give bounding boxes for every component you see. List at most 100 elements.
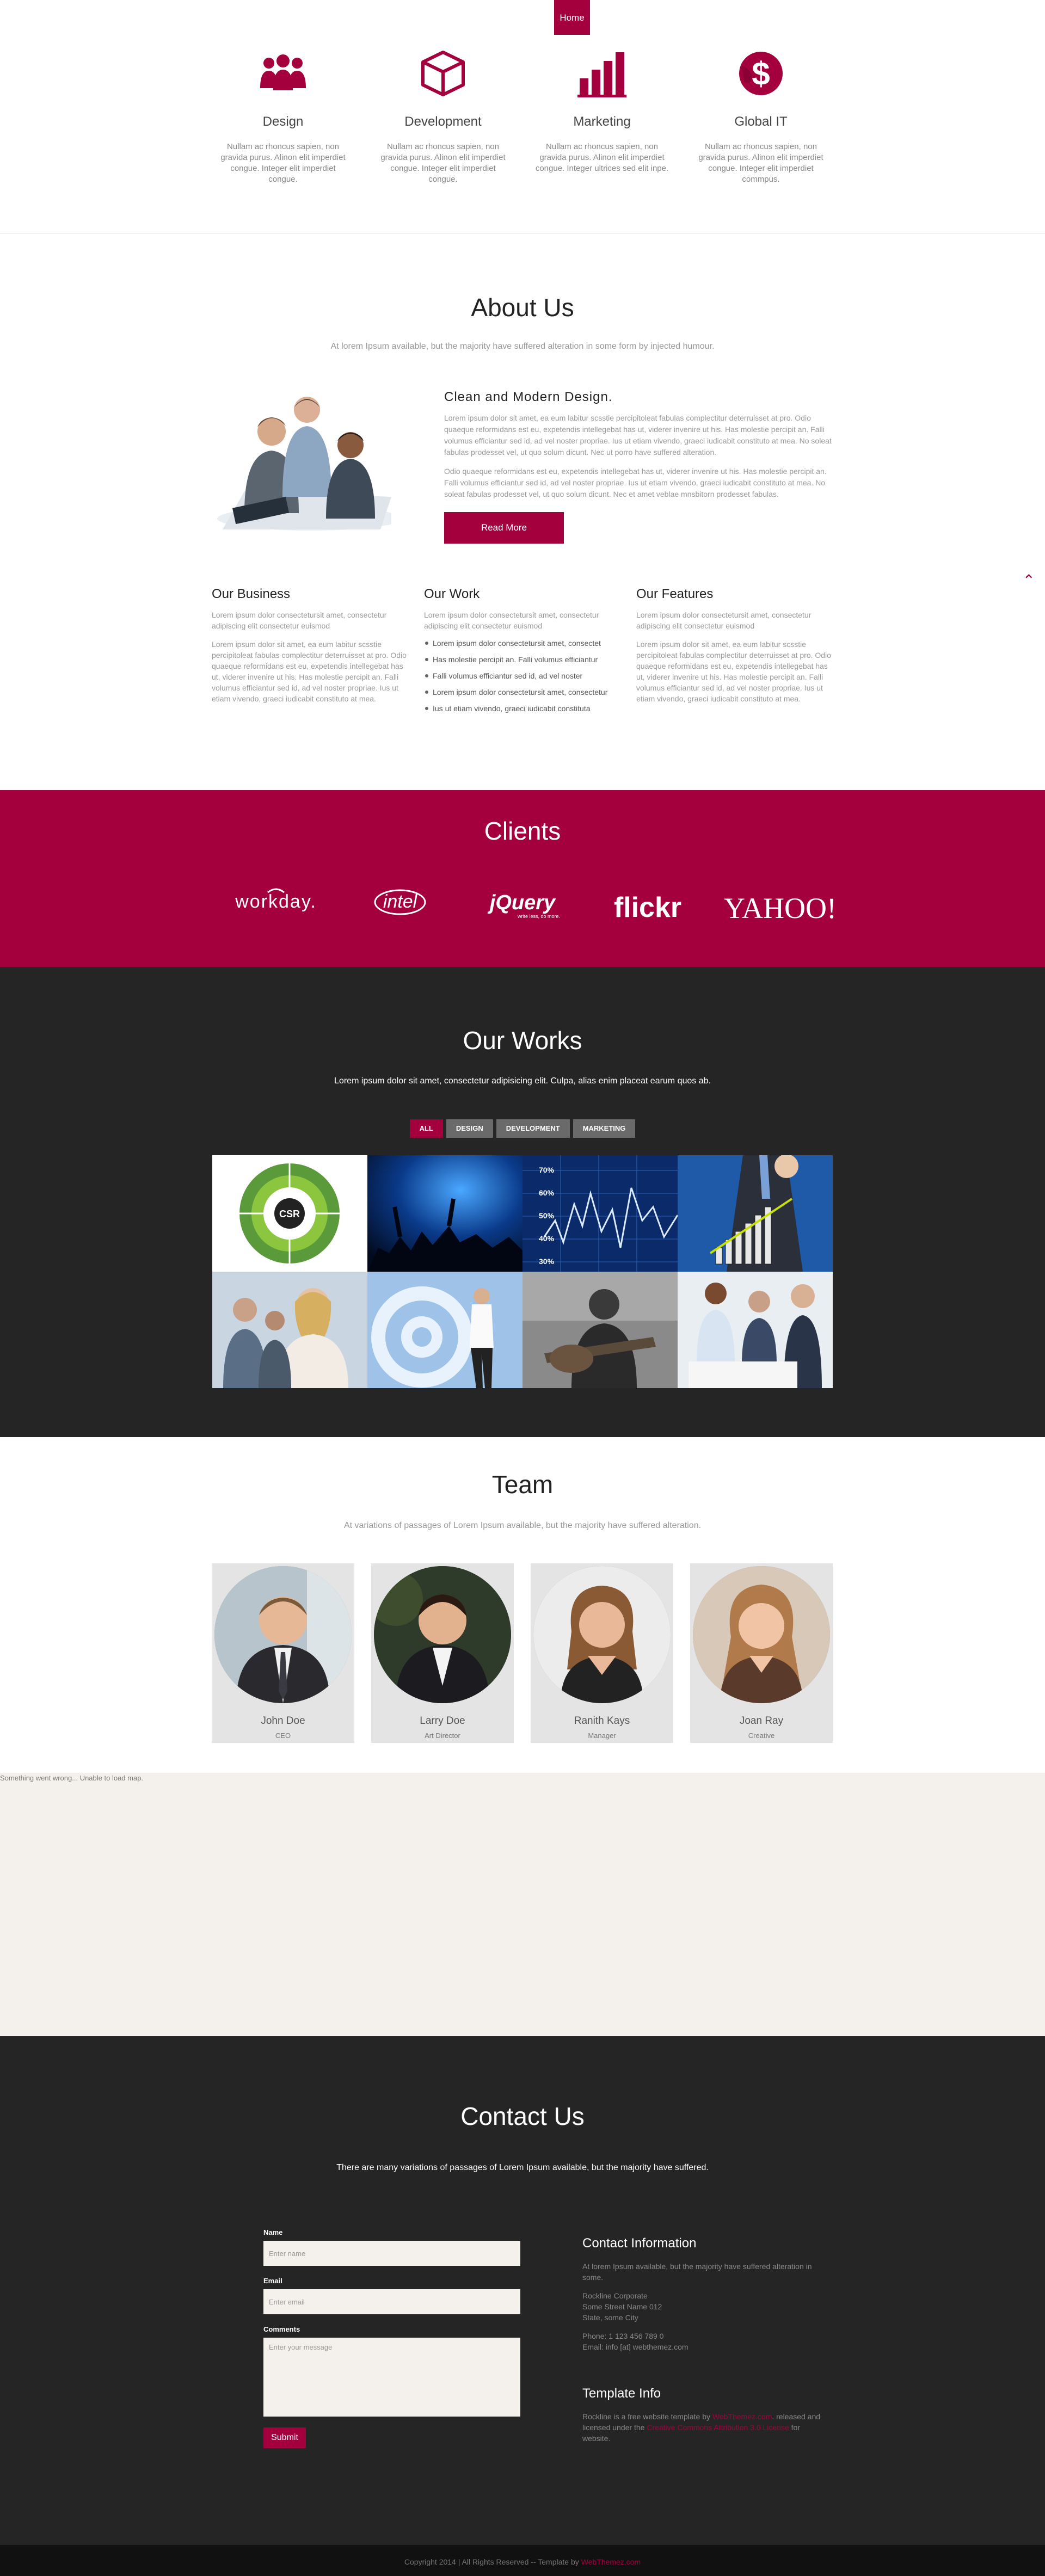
portfolio-item-office-team[interactable]	[212, 1272, 367, 1388]
contact-section: Contact Us There are many variations of …	[0, 2036, 1045, 2545]
member-name: Joan Ray	[739, 1715, 784, 1727]
about-paragraph: Odio quaeque reformidans est eu, expeten…	[444, 467, 827, 498]
submit-button[interactable]: Submit	[263, 2427, 306, 2448]
portfolio-filters: ALL DESIGN DEVELOPMENT MARKETING	[0, 1119, 1045, 1138]
chart-tick: 60%	[539, 1188, 555, 1197]
template-info-pre: Rockline is a free website template by	[582, 2412, 712, 2421]
contact-info: Contact Information At lorem Ipsum avail…	[582, 2236, 822, 2444]
column-work: Our Work Lorem ipsum dolor consectetursi…	[424, 587, 620, 719]
about-content: Clean and Modern Design. Lorem ipsum dol…	[444, 390, 833, 544]
list-item: Falli volumus efficiantur sed id, ad vel…	[424, 670, 620, 681]
csr-label: CSR	[279, 1209, 300, 1219]
feature-design: Design Nullam ac rhoncus sapien, non gra…	[210, 44, 356, 185]
license-link[interactable]: Creative Commons Attribution 3.0 License	[647, 2423, 789, 2432]
contact-info-text: At lorem Ipsum available, but the majori…	[582, 2262, 812, 2282]
clients-section: Clients workday. intel jQuery write less…	[0, 790, 1045, 967]
client-logo-tagline: write less, do more.	[517, 914, 561, 919]
client-logo-text: intel	[383, 891, 417, 912]
column-body: Lorem ipsum dolor sit amet, ea eum labit…	[636, 640, 831, 703]
bar-chart-icon	[528, 44, 675, 103]
portfolio-item-guitarist[interactable]	[522, 1272, 678, 1388]
member-name: Ranith Kays	[574, 1715, 630, 1727]
portfolio-item-at-sign[interactable]	[367, 1272, 522, 1388]
portfolio-item-meeting[interactable]	[678, 1272, 833, 1388]
feature-title: Global IT	[734, 114, 788, 129]
team-member-card: Ranith Kays Manager	[531, 1563, 673, 1743]
member-role: Manager	[588, 1731, 616, 1740]
section-subtitle: At variations of passages of Lorem Ipsum…	[343, 1521, 702, 1530]
portfolio-item-growth[interactable]	[678, 1155, 833, 1272]
column-features: Our Features Lorem ipsum dolor consectet…	[636, 587, 832, 704]
member-role: Art Director	[425, 1731, 460, 1740]
comments-label: Comments	[263, 2325, 300, 2333]
name-label: Name	[263, 2228, 283, 2236]
back-to-top-icon[interactable]: ⌃	[1023, 571, 1035, 589]
list-item: Lorem ipsum dolor consectetursit amet, c…	[424, 638, 620, 649]
feature-marketing: Marketing Nullam ac rhoncus sapien, non …	[528, 44, 675, 174]
webthemez-link[interactable]: WebThemez.com	[712, 2412, 772, 2421]
about-paragraph: Lorem ipsum dolor sit amet, ea eum labit…	[444, 414, 832, 457]
copyright-text: Copyright 2014 | All Rights Reserved -- …	[404, 2557, 581, 2566]
feature-text: Nullam ac rhoncus sapien, non gravida pu…	[220, 142, 346, 184]
filter-marketing[interactable]: MARKETING	[573, 1119, 636, 1138]
team-member-card: John Doe CEO	[212, 1563, 354, 1743]
template-info-title: Template Info	[582, 2386, 661, 2401]
list-item: Lorem ipsum dolor consectetursit amet, c…	[424, 687, 620, 698]
contact-email: Email: info [at] webthemez.com	[582, 2343, 689, 2351]
portfolio-item-csr[interactable]: CSR	[212, 1155, 367, 1272]
member-role: CEO	[275, 1731, 291, 1740]
client-logo-text: flickr	[613, 892, 682, 923]
section-title: About Us	[471, 293, 574, 322]
email-field[interactable]	[263, 2289, 520, 2314]
portfolio-item-stock-chart[interactable]: 70% 60% 50% 40% 30%	[522, 1155, 678, 1272]
contact-form: Name Email Comments Submit	[263, 2228, 520, 2448]
filter-all[interactable]: ALL	[409, 1119, 443, 1138]
portfolio-item-concert[interactable]	[367, 1155, 522, 1272]
feature-title: Marketing	[573, 114, 631, 129]
contact-address: Rockline Corporate Some Street Name 012 …	[582, 2290, 822, 2323]
feature-text: Nullam ac rhoncus sapien, non gravida pu…	[698, 142, 823, 184]
client-logo-text: jQuery	[489, 891, 556, 914]
works-section: Our Works Lorem ipsum dolor sit amet, co…	[0, 967, 1045, 1437]
chart-tick: 50%	[539, 1211, 555, 1220]
column-title: Our Work	[424, 587, 480, 601]
client-logo-flickr: flickr	[604, 891, 691, 924]
about-heading: Clean and Modern Design.	[444, 390, 613, 404]
nav-home-link[interactable]: Home	[554, 0, 590, 35]
client-logo-text: workday.	[235, 891, 317, 912]
column-business: Our Business Lorem ipsum dolor consectet…	[212, 587, 408, 704]
avatar	[374, 1566, 511, 1703]
features-section: Design Nullam ac rhoncus sapien, non gra…	[0, 35, 1045, 234]
feature-title: Design	[262, 114, 304, 129]
read-more-button[interactable]: Read More	[444, 512, 564, 544]
feature-text: Nullam ac rhoncus sapien, non gravida pu…	[535, 142, 669, 173]
section-title: Team	[491, 1470, 554, 1499]
column-title: Our Business	[212, 587, 291, 601]
portfolio-grid: CSR 70% 60% 50% 40% 30%	[212, 1155, 833, 1388]
name-field[interactable]	[263, 2241, 520, 2266]
filter-development[interactable]: DEVELOPMENT	[496, 1119, 570, 1138]
top-bar: Home	[0, 0, 1045, 35]
globe-dollar-icon: $	[687, 44, 834, 103]
client-logo-intel: intel	[373, 889, 427, 915]
map-error-message: Something went wrong... Unable to load m…	[0, 1774, 144, 1782]
footer: Copyright 2014 | All Rights Reserved -- …	[0, 2545, 1045, 2576]
client-logo-workday: workday.	[235, 888, 317, 913]
comments-field[interactable]	[263, 2338, 520, 2417]
section-subtitle: Lorem ipsum dolor sit amet, consectetur …	[334, 1076, 711, 1086]
contact-details: Phone: 1 123 456 789 0 Email: info [at] …	[582, 2331, 822, 2352]
column-title: Our Features	[636, 587, 714, 601]
footer-webthemez-link[interactable]: WebThemez.com	[581, 2557, 641, 2566]
section-title: Our Works	[463, 1026, 582, 1055]
column-intro: Lorem ipsum dolor consectetursit amet, c…	[212, 611, 387, 630]
client-logo-text: YAHOO!	[724, 892, 837, 925]
list-item: Has molestie percipit an. Falli volumus …	[424, 654, 620, 665]
section-title: Contact Us	[460, 2102, 585, 2130]
team-icon	[210, 44, 356, 103]
contact-phone: Phone: 1 123 456 789 0	[582, 2332, 664, 2340]
section-subtitle: There are many variations of passages of…	[336, 2163, 709, 2172]
work-list: Lorem ipsum dolor consectetursit amet, c…	[424, 638, 620, 714]
filter-design[interactable]: DESIGN	[446, 1119, 493, 1138]
chart-tick: 30%	[539, 1257, 555, 1266]
avatar	[214, 1566, 352, 1703]
